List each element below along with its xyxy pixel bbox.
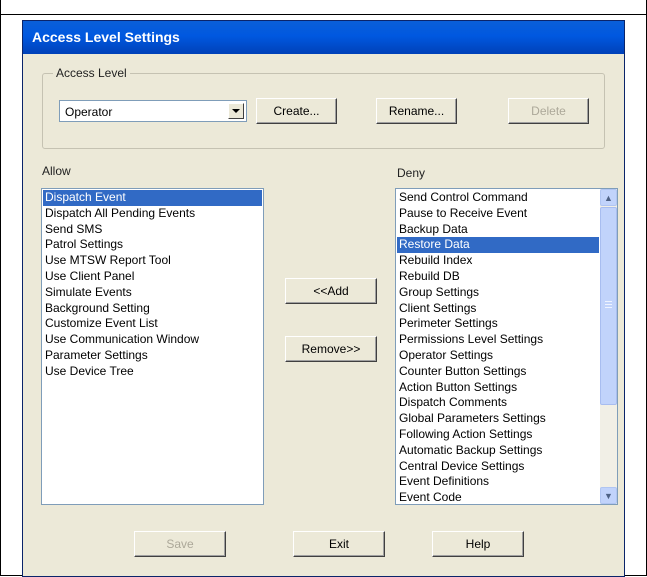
deny-list-item[interactable]: Operator Settings [397,348,599,364]
chevron-up-icon[interactable]: ▲ [600,189,617,206]
deny-list-item[interactable]: Central Device Settings [397,459,599,475]
allow-label: Allow [42,164,71,178]
deny-list-item[interactable]: Action Button Settings [397,380,599,396]
deny-list-item[interactable]: Backup Data [397,222,599,238]
allow-list-items: Dispatch Event Dispatch All Pending Event… [43,190,262,380]
allow-list-item[interactable]: Use Device Tree [43,364,262,380]
allow-list-item[interactable]: Dispatch Event [43,190,262,206]
allow-list-item[interactable]: Background Setting [43,301,262,317]
add-button[interactable]: <<Add [285,278,377,304]
deny-label: Deny [397,166,426,180]
deny-list-item[interactable]: Client Settings [397,301,599,317]
access-level-dialog: Access Level Settings Access Level Opera… [22,20,625,577]
grip-icon [605,301,612,302]
dialog-title: Access Level Settings [32,29,180,45]
deny-list-item[interactable]: Permissions Level Settings [397,332,599,348]
allow-list-item[interactable]: Patrol Settings [43,237,262,253]
deny-list-item[interactable]: Global Parameters Settings [397,411,599,427]
access-level-select[interactable]: Operator [59,100,247,122]
deny-list-item[interactable]: Event Code [397,490,599,504]
deny-list-item[interactable]: Restore Data [397,237,599,254]
grip-icon [605,307,612,308]
allow-list-item[interactable]: Customize Event List [43,316,262,332]
save-button[interactable]: Save [134,531,226,557]
deny-list-item[interactable]: Group Settings [397,285,599,301]
chevron-down-icon[interactable]: ▼ [600,487,617,504]
remove-button[interactable]: Remove>> [285,336,377,362]
scrollbar-thumb[interactable] [600,207,617,405]
create-button[interactable]: Create... [256,98,337,124]
allow-list-item[interactable]: Use MTSW Report Tool [43,253,262,269]
deny-list-item[interactable]: Send Control Command [397,190,599,206]
allow-list-item[interactable]: Parameter Settings [43,348,262,364]
access-level-group: Access Level Operator Create... Rename..… [42,66,605,149]
exit-button[interactable]: Exit [293,531,385,557]
chevron-down-icon[interactable] [228,103,244,119]
deny-list-item[interactable]: Following Action Settings [397,427,599,443]
deny-list-item[interactable]: Event Definitions [397,474,599,490]
allow-list-item[interactable]: Use Communication Window [43,332,262,348]
access-level-group-label: Access Level [53,66,130,80]
deny-list-item[interactable]: Rebuild DB [397,269,599,285]
grip-icon [605,304,612,305]
deny-list-item[interactable]: Dispatch Comments [397,395,599,411]
deny-list-item[interactable]: Perimeter Settings [397,316,599,332]
deny-list-item[interactable]: Pause to Receive Event [397,206,599,222]
deny-list-item[interactable]: Counter Button Settings [397,364,599,380]
delete-button[interactable]: Delete [508,98,589,124]
deny-list-scrollbar[interactable]: ▲ ▼ [600,189,617,504]
allow-list-item[interactable]: Use Client Panel [43,269,262,285]
deny-list-item[interactable]: Rebuild Index [397,253,599,269]
rename-button[interactable]: Rename... [376,98,457,124]
allow-list-item[interactable]: Simulate Events [43,285,262,301]
allow-list-item[interactable]: Send SMS [43,222,262,238]
deny-list[interactable]: Send Control Command Pause to Receive Eve… [395,188,618,505]
title-bar[interactable]: Access Level Settings [23,21,624,54]
deny-list-items: Send Control Command Pause to Receive Eve… [397,190,599,504]
access-level-select-value: Operator [65,105,113,119]
help-button[interactable]: Help [432,531,524,557]
allow-list[interactable]: Dispatch Event Dispatch All Pending Event… [41,188,264,505]
allow-list-item[interactable]: Dispatch All Pending Events [43,206,262,222]
deny-list-item[interactable]: Automatic Backup Settings [397,443,599,459]
